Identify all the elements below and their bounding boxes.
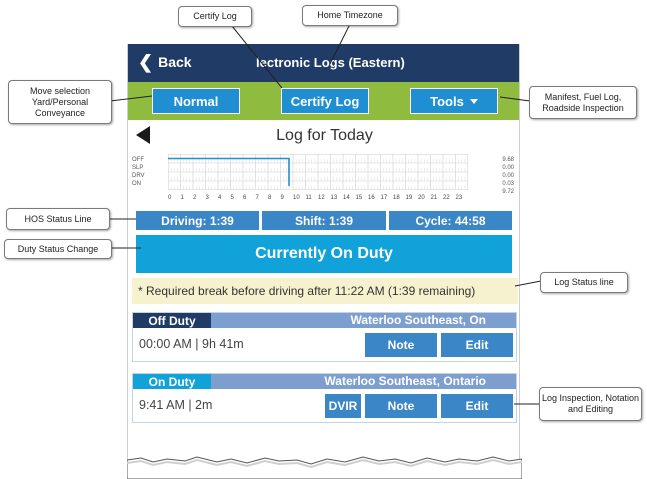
hour-label: 14	[343, 195, 350, 201]
edit-label: Edit	[465, 338, 489, 352]
hour-label: 23	[455, 195, 463, 201]
duty-status-graph	[168, 154, 468, 190]
tools-label: Tools	[430, 93, 464, 109]
hour-label: 9	[280, 195, 284, 201]
duty-status-button[interactable]: Currently On Duty	[136, 235, 512, 273]
hour-label: 17	[380, 195, 388, 201]
duty-status-label: Currently On Duty	[255, 245, 393, 262]
log-status-line: * Required break before driving after 11…	[132, 278, 518, 304]
back-button[interactable]: ❮ Back	[138, 52, 192, 72]
hour-label: 11	[305, 195, 312, 201]
callout-log-inspection: Log Inspection, Notation and Editing	[539, 387, 642, 421]
graph-label-on: ON	[132, 181, 141, 187]
toolbar: Normal Certify Log Tools	[128, 82, 519, 120]
torn-edge	[127, 456, 522, 479]
hour-label: 4	[218, 195, 222, 201]
chevron-left-icon: ❮	[138, 52, 154, 72]
dvir-label: DVIR	[328, 399, 358, 413]
entry-header: Off Duty Waterloo Southeast, On	[133, 313, 516, 328]
log-title: Log for Today	[276, 127, 373, 144]
hour-label: 22	[443, 195, 450, 201]
callout-hos-status-line: HOS Status Line	[6, 208, 110, 230]
entry-location: Waterloo Southeast, Ontario	[324, 374, 486, 388]
entry-header: On Duty Waterloo Southeast, Ontario	[133, 374, 516, 389]
entry-status: Off Duty	[133, 313, 211, 328]
callout-manifest: Manifest, Fuel Log, Roadside Inspection	[529, 86, 637, 119]
hour-label: 5	[230, 195, 234, 201]
hour-label: 1	[180, 195, 184, 201]
entry-time: 9:41 AM | 2m	[139, 398, 213, 412]
hour-label: 0	[168, 195, 172, 201]
hour-label: 15	[355, 195, 363, 201]
note-button[interactable]: Note	[365, 333, 437, 357]
note-label: Note	[387, 399, 415, 413]
edit-button[interactable]: Edit	[441, 394, 513, 418]
hour-label: 3	[205, 195, 209, 201]
callout-move-selection: Move selection Yard/Personal Conveyance	[8, 80, 112, 124]
graph-label-slp: SLP	[132, 165, 144, 171]
hos-driving: Driving: 1:39	[136, 211, 259, 230]
graph-value-total: 9.72	[502, 189, 514, 195]
graph-status-labels: OFF SLP DRV ON	[132, 156, 145, 188]
tools-button[interactable]: Tools	[410, 88, 498, 114]
certify-log-label: Certify Log	[290, 93, 360, 109]
graph-value-off: 9.68	[502, 157, 514, 163]
hour-label: 10	[293, 195, 300, 201]
certify-log-button[interactable]: Certify Log	[281, 88, 369, 114]
callout-certify-log: Certify Log	[178, 6, 252, 27]
dvir-button[interactable]: DVIR	[325, 394, 361, 418]
log-entry-off-duty: Off Duty Waterloo Southeast, On 00:00 AM…	[132, 312, 517, 362]
normal-label: Normal	[173, 93, 219, 109]
hour-label: 7	[255, 195, 259, 201]
graph-value-slp: 0.00	[502, 165, 514, 171]
hour-label: 13	[330, 195, 338, 201]
graph-value-on: 0.03	[502, 181, 514, 187]
entry-time: 00:00 AM | 9h 41m	[139, 337, 244, 351]
page-title: lectronic Logs (Eastern)	[256, 55, 405, 70]
callout-home-timezone: Home Timezone	[302, 5, 398, 26]
title-bar: ❮ Back lectronic Logs (Eastern)	[128, 44, 519, 82]
graph-value-drv: 0.00	[502, 173, 514, 179]
graph-label-drv: DRV	[132, 173, 145, 179]
hour-label: 18	[393, 195, 400, 201]
graph-label-off: OFF	[132, 157, 144, 163]
note-label: Note	[387, 338, 415, 352]
hour-label: 12	[318, 195, 325, 201]
hour-label: 2	[193, 195, 197, 201]
hour-label: 19	[405, 195, 413, 201]
entry-location: Waterloo Southeast, On	[350, 313, 486, 327]
caret-down-icon	[469, 98, 478, 104]
hour-label: 16	[368, 195, 375, 201]
graph-status-values: 9.68 0.00 0.00 0.03 9.72	[488, 156, 514, 196]
back-label: Back	[158, 54, 192, 70]
device-screen: ❮ Back lectronic Logs (Eastern) Normal C…	[127, 44, 520, 464]
callout-log-status-line: Log Status line	[540, 272, 628, 293]
hos-cycle: Cycle: 44:58	[389, 211, 512, 230]
normal-button[interactable]: Normal	[152, 88, 240, 114]
callout-duty-status-change: Duty Status Change	[4, 239, 112, 259]
note-button[interactable]: Note	[365, 394, 437, 418]
entry-status: On Duty	[133, 374, 211, 389]
hos-shift: Shift: 1:39	[262, 211, 386, 230]
log-entry-on-duty: On Duty Waterloo Southeast, Ontario 9:41…	[132, 373, 517, 423]
hour-label: 21	[430, 195, 438, 201]
hour-label: 20	[418, 195, 425, 201]
hour-label: 6	[243, 195, 247, 201]
edit-label: Edit	[465, 399, 489, 413]
edit-button[interactable]: Edit	[441, 333, 513, 357]
hour-label: 8	[268, 195, 272, 201]
